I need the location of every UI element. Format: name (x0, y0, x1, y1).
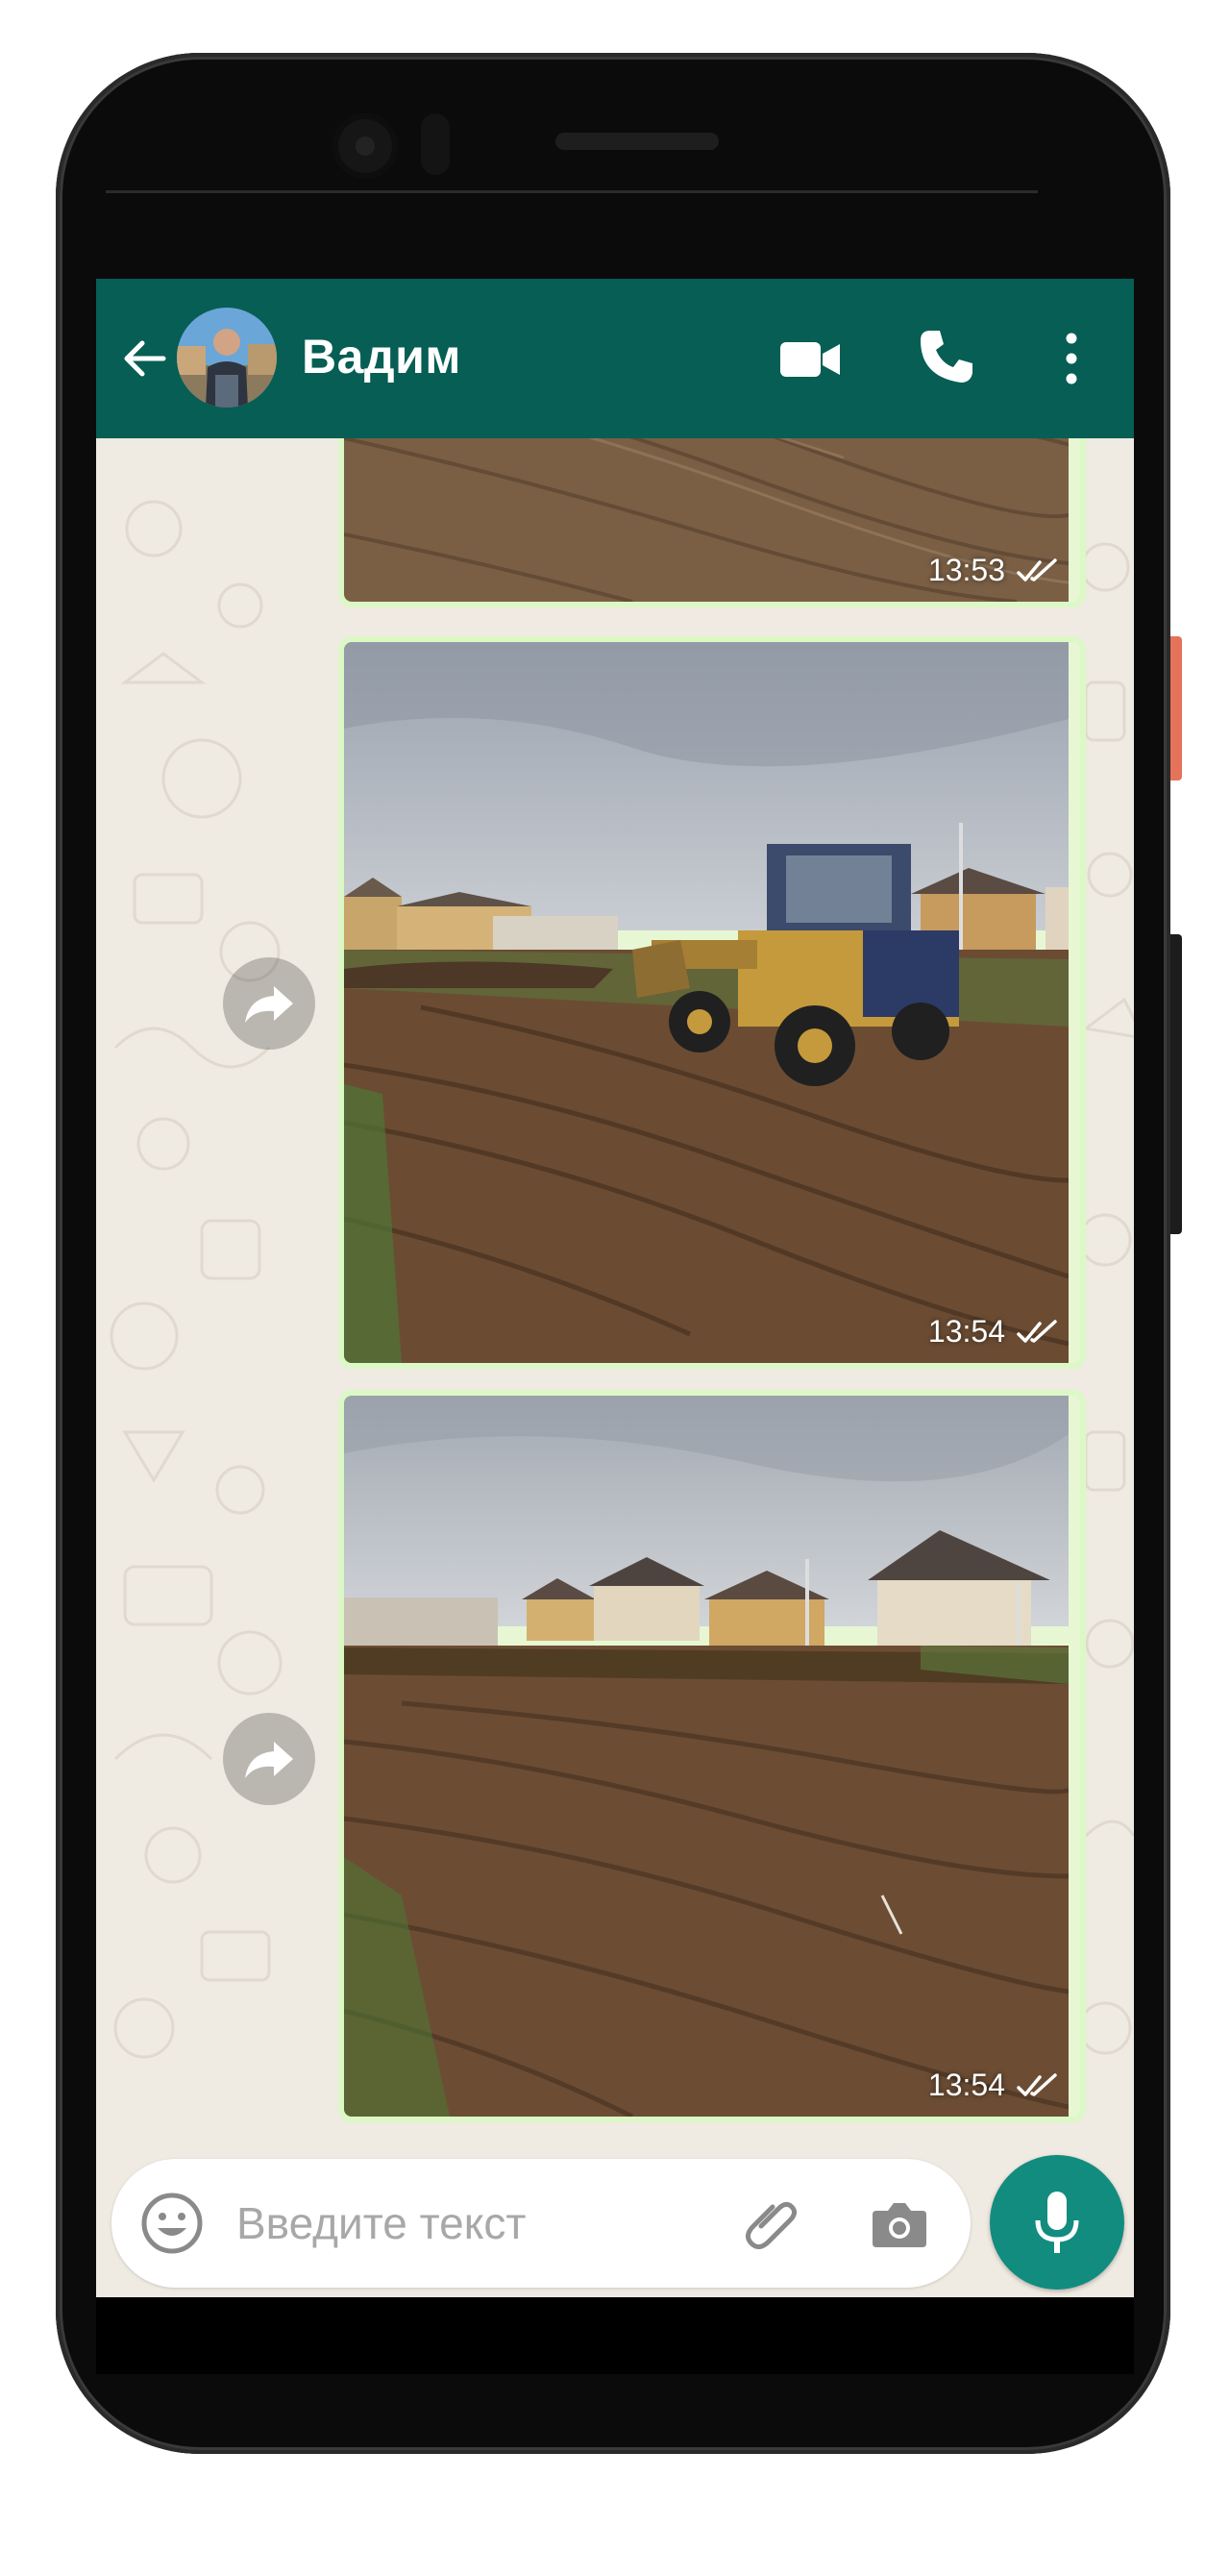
message-timestamp: 13:54 (928, 2068, 1059, 2103)
microphone-icon (1035, 2192, 1079, 2253)
forward-icon (245, 1742, 293, 1778)
screen-bottom-bezel (96, 2297, 1134, 2374)
message-photo[interactable] (344, 642, 1069, 1363)
chat-screen: Вадим 13:53 13:54 13:54 Введите текст (96, 279, 1134, 2297)
chat-header: Вадим (96, 279, 1134, 438)
power-button (1170, 636, 1182, 780)
video-call-icon[interactable] (778, 334, 842, 384)
camera-icon[interactable] (871, 2195, 928, 2251)
paperclip-icon[interactable] (742, 2193, 803, 2255)
message-input[interactable]: Введите текст (236, 2197, 526, 2249)
earpiece-speaker (555, 133, 719, 150)
proximity-sensor (421, 113, 450, 175)
message-photo[interactable] (344, 1396, 1069, 2117)
emoji-icon[interactable] (140, 2192, 204, 2255)
message-timestamp: 13:53 (928, 553, 1059, 588)
double-check-icon (1017, 557, 1057, 582)
image-message[interactable]: 13:54 (338, 1390, 1086, 2122)
image-message[interactable]: 13:54 (338, 636, 1086, 1369)
double-check-icon (1017, 1319, 1057, 1343)
forward-button[interactable] (223, 1713, 315, 1805)
phone-call-icon[interactable] (917, 327, 976, 386)
forward-button[interactable] (223, 957, 315, 1050)
message-timestamp: 13:54 (928, 1314, 1059, 1350)
voice-message-button[interactable] (990, 2155, 1124, 2290)
volume-button (1170, 934, 1182, 1234)
more-options-icon[interactable] (1057, 329, 1086, 388)
back-arrow-icon[interactable] (115, 330, 173, 387)
message-input-bar[interactable]: Введите текст (111, 2159, 971, 2288)
double-check-icon (1017, 2072, 1057, 2096)
forward-icon (245, 986, 293, 1023)
contact-name[interactable]: Вадим (302, 329, 461, 384)
screen-edge (106, 190, 1038, 193)
avatar[interactable] (177, 308, 277, 408)
front-camera (332, 113, 398, 179)
